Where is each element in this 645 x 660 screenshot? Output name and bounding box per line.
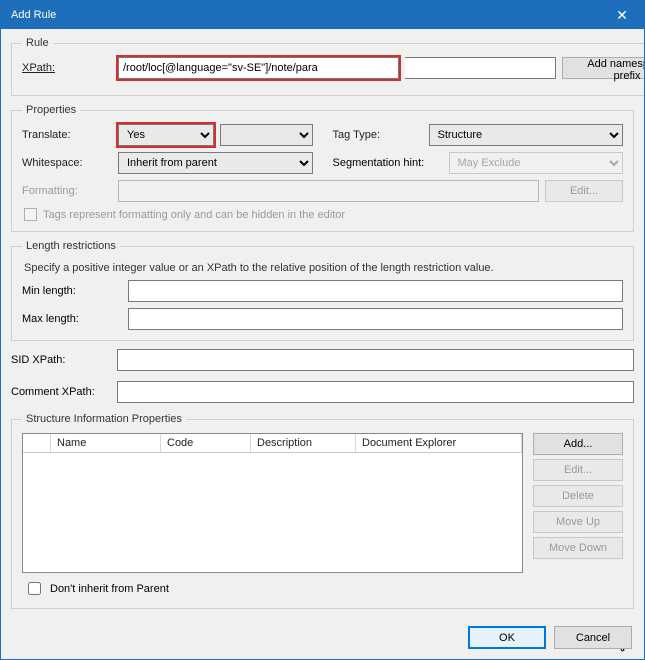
window-title: Add Rule [11, 9, 56, 21]
min-length-input[interactable] [128, 280, 623, 302]
formatting-hint-row: Tags represent formatting only and can b… [24, 208, 623, 221]
inherit-checkbox[interactable] [28, 582, 41, 595]
rule-group: Rule XPath: Add namespace prefix [11, 37, 644, 96]
translate-select[interactable]: Yes [118, 124, 214, 146]
inherit-label: Don't inherit from Parent [50, 583, 169, 595]
structure-movedown-button: Move Down [533, 537, 623, 559]
whitespace-select[interactable]: Inherit from parent [118, 152, 313, 174]
max-length-input[interactable] [128, 308, 623, 330]
table-col-docexp: Document Explorer [356, 434, 522, 452]
length-group: Length restrictions Specify a positive i… [11, 240, 634, 341]
length-description: Specify a positive integer value or an X… [24, 262, 623, 274]
dialog-content: Rule XPath: Add namespace prefix Propert… [1, 29, 644, 616]
table-header: Name Code Description Document Explorer [23, 434, 522, 453]
min-length-label: Min length: [22, 285, 122, 297]
formatting-only-checkbox [24, 208, 37, 221]
max-length-label: Max length: [22, 313, 122, 325]
table-col-blank [23, 434, 51, 452]
properties-legend: Properties [22, 104, 80, 116]
sid-xpath-input[interactable] [117, 349, 634, 371]
comment-xpath-label: Comment XPath: [11, 386, 111, 398]
length-legend: Length restrictions [22, 240, 120, 252]
structure-add-button[interactable]: Add... [533, 433, 623, 455]
formatting-label: Formatting: [22, 185, 112, 197]
table-col-code: Code [161, 434, 251, 452]
tagtype-select[interactable]: Structure [429, 124, 624, 146]
segmentation-label: Segmentation hint: [333, 157, 443, 169]
add-namespace-button[interactable]: Add namespace prefix [562, 57, 644, 79]
dialog-footer: OK Cancel [1, 616, 644, 659]
segmentation-select: May Exclude [449, 152, 624, 174]
comment-xpath-input[interactable] [117, 381, 634, 403]
xpath-input[interactable] [118, 57, 399, 79]
structure-delete-button: Delete [533, 485, 623, 507]
translate-label: Translate: [22, 129, 112, 141]
close-icon[interactable]: ✕ [600, 1, 644, 29]
titlebar: Add Rule ✕ [1, 1, 644, 29]
formatting-hint-text: Tags represent formatting only and can b… [43, 209, 345, 221]
translate-sub-select[interactable] [220, 124, 313, 146]
sid-xpath-label: SID XPath: [11, 354, 111, 366]
add-rule-dialog: Add Rule ✕ Rule XPath: Add namespace pre… [0, 0, 645, 660]
whitespace-label: Whitespace: [22, 157, 112, 169]
ok-button[interactable]: OK [468, 626, 546, 649]
formatting-input [118, 180, 539, 202]
structure-edit-button: Edit... [533, 459, 623, 481]
properties-group: Properties Translate: Yes Whitespace: In… [11, 104, 634, 232]
cancel-button[interactable]: Cancel [554, 626, 632, 649]
formatting-edit-button: Edit... [545, 180, 623, 202]
rule-legend: Rule [22, 37, 53, 49]
structure-moveup-button: Move Up [533, 511, 623, 533]
table-col-desc: Description [251, 434, 356, 452]
table-col-name: Name [51, 434, 161, 452]
structure-table[interactable]: Name Code Description Document Explorer [22, 433, 523, 573]
xpath-input-extension[interactable] [405, 57, 556, 79]
structure-group: Structure Information Properties Name Co… [11, 413, 634, 609]
xpath-label: XPath: [22, 62, 112, 74]
tagtype-label: Tag Type: [333, 129, 423, 141]
structure-legend: Structure Information Properties [22, 413, 186, 425]
